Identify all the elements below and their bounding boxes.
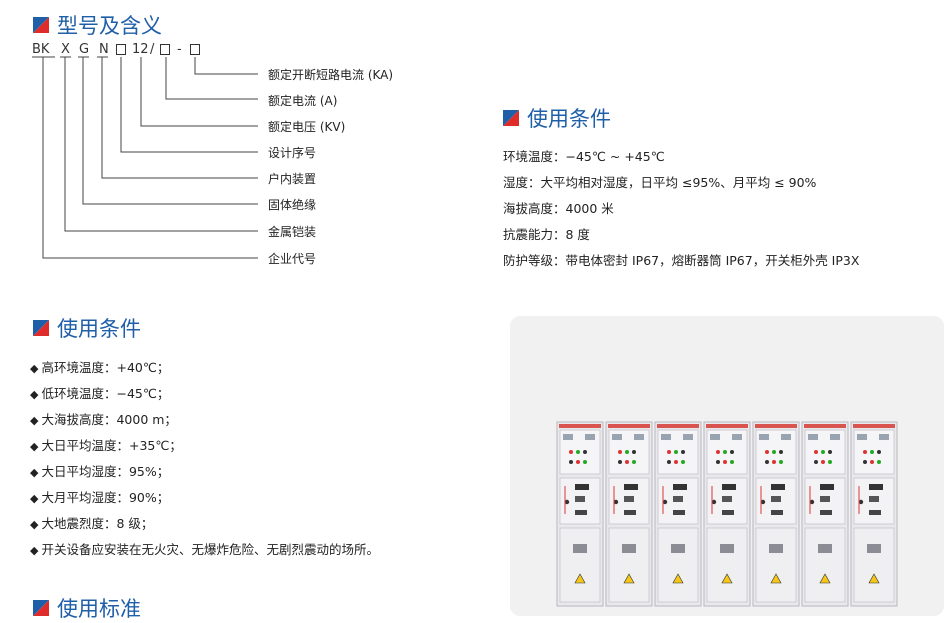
legend-solid-insulation: 固体绝缘 (268, 198, 317, 212)
bullet-item: ◆ 大日平均温度：+35℃； (30, 438, 182, 453)
cabinet-panel (703, 421, 751, 607)
flag-icon (33, 320, 49, 336)
legend-breaking-current: 额定开断短路电流 (KA) (268, 68, 394, 82)
cabinet-panel (752, 421, 800, 607)
model-code-diagram (32, 56, 258, 259)
section-heading-standard: 使用标准 (33, 593, 141, 623)
bullet-item: ◆ 高环境温度：+40℃； (30, 360, 170, 375)
legend-design-number: 设计序号 (268, 146, 317, 160)
diamond-icon: ◆ (30, 440, 39, 453)
cabinet-panel (850, 421, 898, 607)
section-heading-conditions-2: 使用条件 (33, 313, 141, 343)
legend-indoor: 户内装置 (268, 172, 317, 186)
diamond-icon: ◆ (30, 414, 39, 427)
diamond-icon: ◆ (30, 362, 39, 375)
flag-icon (503, 110, 519, 126)
diamond-icon: ◆ (30, 388, 39, 401)
bullet-item: ◆ 大月平均湿度：90%； (30, 490, 170, 505)
legend-enterprise-code: 企业代号 (268, 252, 317, 266)
condition-item: 湿度：大平均相对湿度，日平均 ≤95%、月平均 ≤ 90% (503, 175, 817, 190)
bullet-item: ◆ 大地震烈度：8 级； (30, 516, 154, 531)
diamond-icon: ◆ (30, 544, 39, 557)
bullet-item: ◆ 低环境温度：−45℃； (30, 386, 170, 401)
cabinet-panel (605, 421, 653, 607)
cabinet-panel (556, 421, 604, 607)
legend-metal-armored: 金属铠装 (268, 225, 317, 239)
flag-icon (33, 600, 49, 616)
bullet-item: ◆ 开关设备应安装在无火灾、无爆炸危险、无剧烈震动的场所。 (30, 542, 379, 557)
diamond-icon: ◆ (30, 492, 39, 505)
section-title: 使用条件 (57, 317, 141, 341)
bullet-item: ◆ 大日平均湿度：95%； (30, 464, 170, 479)
cabinet-panel (801, 421, 849, 607)
cabinet-panel (654, 421, 702, 607)
condition-item: 防护等级：带电体密封 IP67，熔断器筒 IP67，开关柜外壳 IP3X (503, 253, 860, 268)
legend-rated-voltage: 额定电压 (KV) (268, 120, 346, 134)
condition-item: 海拔高度：4000 米 (503, 201, 614, 216)
legend-rated-current: 额定电流 (A) (268, 94, 338, 108)
diamond-icon: ◆ (30, 518, 39, 531)
section-title: 使用条件 (527, 107, 611, 131)
bullet-item: ◆ 大海拔高度：4000 m； (30, 412, 177, 427)
condition-item: 抗震能力：8 度 (503, 227, 590, 242)
diamond-icon: ◆ (30, 466, 39, 479)
product-photo (510, 316, 944, 616)
section-title: 使用标准 (57, 597, 141, 621)
section-heading-conditions: 使用条件 (503, 103, 611, 133)
condition-item: 环境温度：−45℃ ~ +45℃ (503, 149, 665, 164)
switchgear-cabinets (556, 421, 898, 607)
